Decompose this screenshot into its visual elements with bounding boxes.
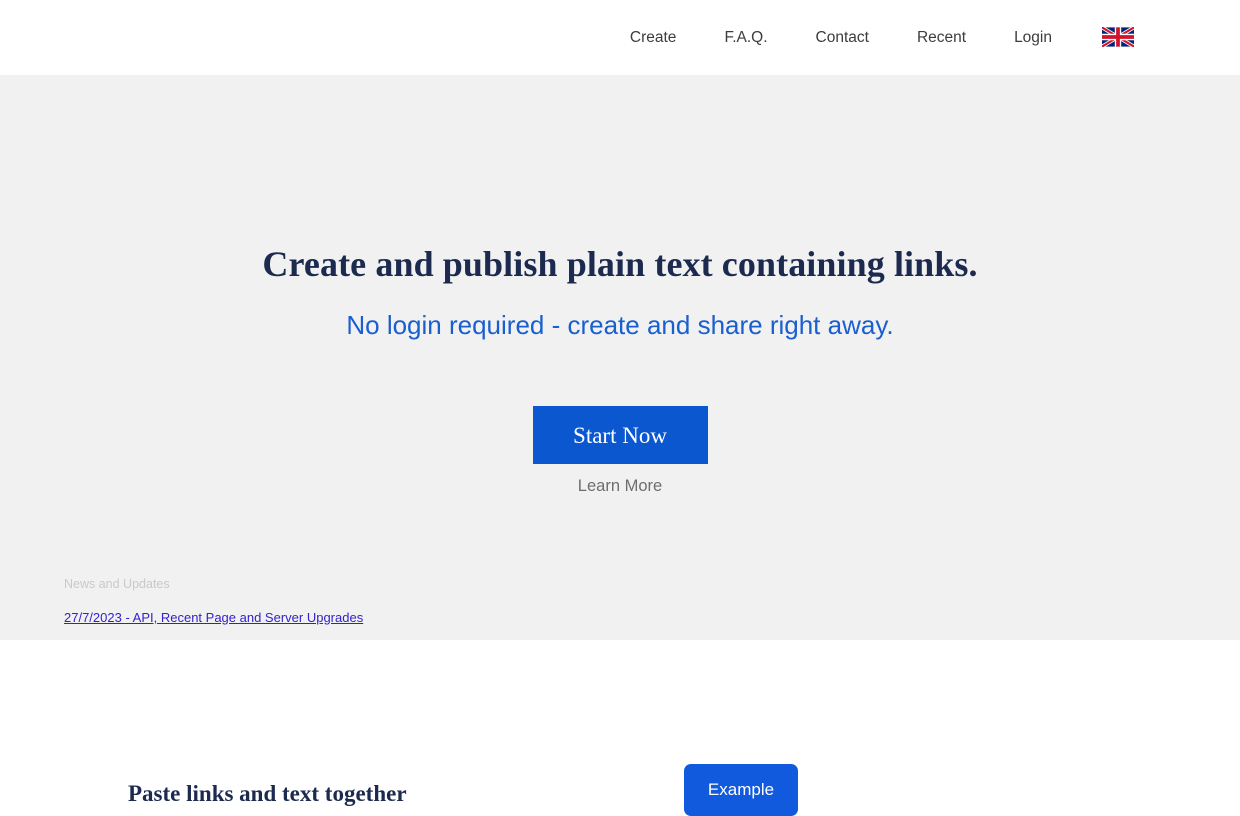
hero-subtitle: No login required - create and share rig… [346, 310, 894, 340]
learn-more-link[interactable]: Learn More [0, 477, 1240, 496]
nav-item-contact[interactable]: Contact [816, 30, 869, 46]
main-navigation: Create F.A.Q. Contact Recent Login [630, 0, 1240, 75]
news-section-label: News and Updates [64, 577, 170, 591]
hero-cta-group: Start Now Learn More [0, 406, 1240, 496]
nav-item-recent[interactable]: Recent [917, 30, 966, 46]
example-button[interactable]: Example [684, 764, 798, 816]
site-header: Create F.A.Q. Contact Recent Login [0, 0, 1240, 75]
nav-item-create[interactable]: Create [630, 30, 677, 46]
feature-heading: Paste links and text together [128, 781, 407, 806]
nav-item-login[interactable]: Login [1014, 30, 1052, 46]
uk-flag-icon[interactable] [1101, 25, 1135, 48]
news-link[interactable]: 27/7/2023 - API, Recent Page and Server … [64, 611, 363, 624]
news-and-updates: News and Updates 27/7/2023 - API, Recent… [64, 578, 764, 627]
start-now-button[interactable]: Start Now [532, 406, 708, 464]
page-title: Create and publish plain text containing… [262, 244, 978, 284]
feature-section: Paste links and text together Example [0, 640, 1240, 816]
hero-section: Create and publish plain text containing… [0, 75, 1240, 640]
nav-item-faq[interactable]: F.A.Q. [724, 30, 767, 46]
